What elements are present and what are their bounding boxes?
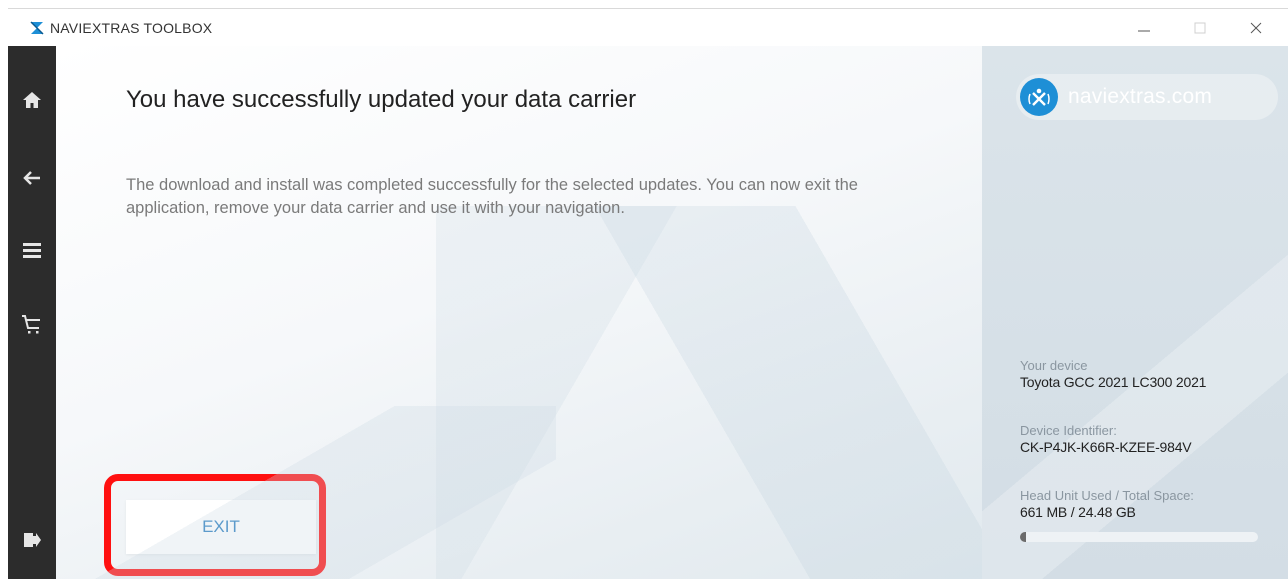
logout-icon: [24, 533, 41, 547]
window-title: NAVIEXTRAS TOOLBOX: [50, 20, 213, 36]
storage-info: Head Unit Used / Total Space: 661 MB / 2…: [1020, 488, 1270, 520]
device-info: Your device Toyota GCC 2021 LC300 2021: [1020, 358, 1270, 390]
exit-highlight-annotation: [104, 474, 326, 576]
nav-rail: [8, 46, 56, 579]
naviextras-logo-icon: [1020, 78, 1058, 116]
home-icon: [23, 92, 41, 108]
minimize-icon[interactable]: [1132, 17, 1156, 39]
completion-message: The download and install was completed s…: [126, 176, 858, 217]
title-bar: NAVIEXTRAS TOOLBOX: [8, 8, 1288, 46]
storage-progress-fill: [1020, 532, 1027, 542]
nav-home-button[interactable]: [16, 84, 48, 116]
back-arrow-icon: [23, 171, 40, 185]
nav-back-button[interactable]: [16, 162, 48, 194]
nav-menu-button[interactable]: [16, 234, 48, 266]
storage-progress-bar: [1020, 532, 1258, 542]
close-icon[interactable]: [1244, 17, 1268, 39]
device-label: Your device: [1020, 358, 1088, 373]
nav-cart-button[interactable]: [16, 308, 48, 340]
exit-button[interactable]: EXIT: [126, 500, 316, 554]
brand-name: naviextras.com: [1068, 85, 1213, 108]
device-info-panel: naviextras.com Your device Toyota GCC 20…: [982, 46, 1288, 579]
cart-icon: [22, 315, 40, 334]
maximize-icon[interactable]: [1188, 17, 1212, 39]
storage-value: 661 MB / 24.48 GB: [1020, 504, 1136, 520]
brand-logo[interactable]: naviextras.com: [1016, 74, 1278, 120]
main-content: You have successfully updated your data …: [56, 46, 982, 579]
device-identifier: Device Identifier: CK-P4JK-K66R-KZEE-984…: [1020, 423, 1270, 455]
device-identifier-label: Device Identifier:: [1020, 423, 1117, 438]
device-identifier-value: CK-P4JK-K66R-KZEE-984V: [1020, 439, 1192, 455]
menu-icon: [23, 243, 41, 258]
device-value: Toyota GCC 2021 LC300 2021: [1020, 374, 1207, 390]
storage-label: Head Unit Used / Total Space:: [1020, 488, 1194, 503]
nav-logout-button[interactable]: [16, 524, 48, 556]
app-logo-icon: [30, 21, 44, 35]
page-title: You have successfully updated your data …: [126, 86, 637, 113]
